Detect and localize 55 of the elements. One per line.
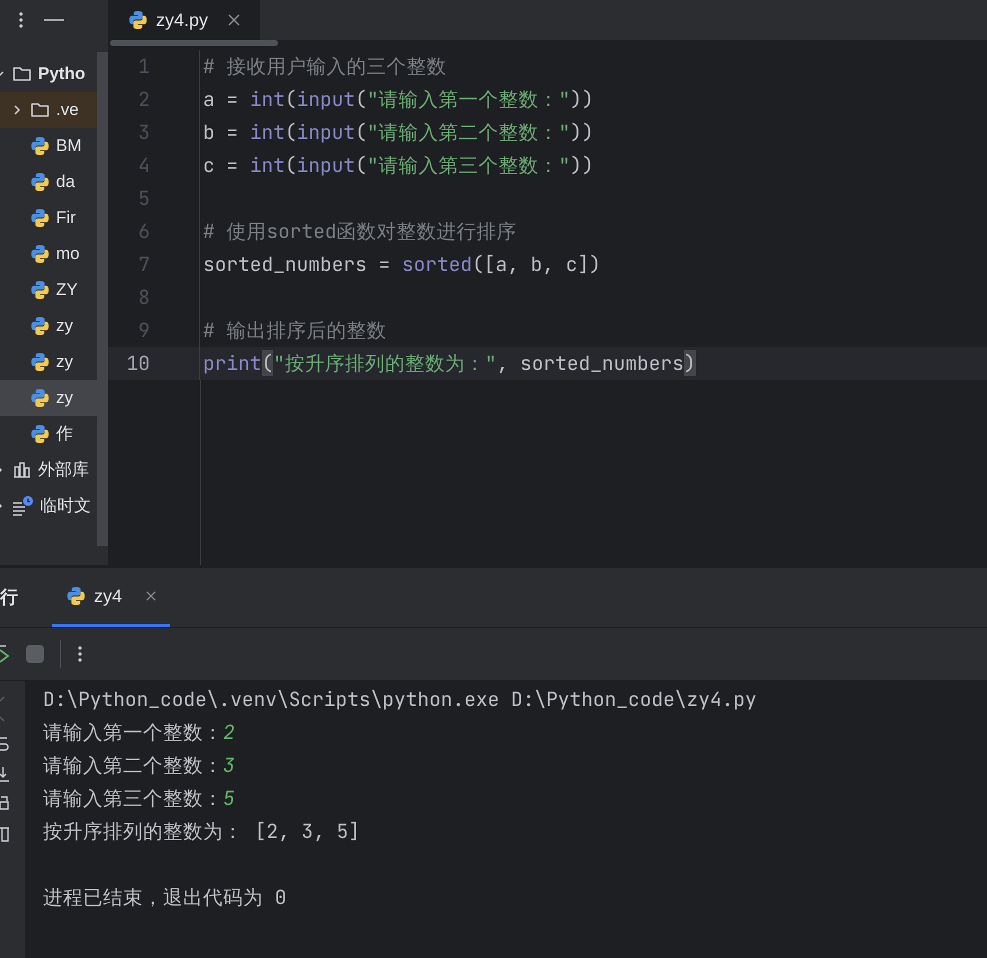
python-icon bbox=[30, 136, 50, 156]
python-icon bbox=[30, 172, 50, 192]
tree-item[interactable]: zy bbox=[0, 308, 97, 344]
scrollbar[interactable] bbox=[97, 52, 108, 546]
code-line: b = int(input("请输入第二个整数：")) bbox=[202, 118, 594, 147]
editor-tab[interactable]: zy4.py bbox=[108, 0, 260, 40]
tree-item[interactable]: ZY bbox=[0, 272, 97, 308]
code-line: print("按升序排列的整数为：", sorted_numbers) bbox=[202, 348, 696, 378]
code-line: a = int(input("请输入第一个整数：")) bbox=[202, 84, 594, 114]
tree-item[interactable]: Pytho bbox=[0, 56, 97, 92]
tree-item[interactable]: zy bbox=[0, 380, 97, 416]
bar-chart-icon bbox=[12, 461, 32, 479]
minimize-icon[interactable] bbox=[44, 18, 64, 22]
folder-icon bbox=[30, 101, 50, 119]
wrap-icon[interactable] bbox=[0, 735, 9, 753]
rerun-icon[interactable] bbox=[0, 643, 10, 665]
code-line: # 使用sorted函数对整数进行排序 bbox=[202, 216, 517, 246]
console-line: D:\Python_code\.venv\Scripts\python.exe D:\Python_code\zy4.py bbox=[43, 684, 757, 714]
close-icon[interactable] bbox=[146, 590, 156, 602]
tree-item[interactable]: 外部库 bbox=[0, 452, 97, 488]
console-line: 进程已结束，退出代码为 0 bbox=[43, 882, 286, 912]
tree-item[interactable]: BM bbox=[0, 128, 97, 164]
console-line: 请输入第三个整数：5 bbox=[43, 784, 235, 813]
tree-item[interactable]: .ve bbox=[0, 92, 97, 128]
console-line: 请输入第二个整数：3 bbox=[43, 750, 235, 780]
list-clock-icon bbox=[12, 496, 34, 516]
python-icon bbox=[30, 316, 50, 336]
folder-icon bbox=[12, 65, 32, 83]
tree-item[interactable]: 作 bbox=[0, 416, 97, 452]
code-line: sorted_numbers = sorted([a, b, c]) bbox=[202, 250, 601, 279]
console-line: 按升序排列的整数为： [2, 3, 5] bbox=[43, 816, 360, 846]
console-line: 请输入第一个整数：2 bbox=[43, 718, 235, 747]
python-icon bbox=[30, 208, 50, 228]
python-icon bbox=[30, 244, 50, 264]
scroll-end-icon[interactable] bbox=[0, 765, 9, 783]
tree-item[interactable]: zy bbox=[0, 344, 97, 380]
line-number: 10 bbox=[126, 348, 150, 378]
python-icon bbox=[30, 352, 50, 372]
tree-item[interactable]: da bbox=[0, 164, 97, 200]
python-icon bbox=[128, 10, 148, 30]
python-icon bbox=[30, 280, 50, 300]
tree-item[interactable]: mo bbox=[0, 236, 97, 272]
horizontal-scrollbar[interactable] bbox=[110, 40, 278, 46]
python-icon bbox=[66, 586, 86, 606]
python-icon bbox=[30, 424, 50, 444]
more-icon[interactable] bbox=[18, 11, 24, 29]
code-line: # 输出排序后的整数 bbox=[202, 316, 386, 345]
more-icon[interactable] bbox=[77, 645, 83, 663]
code-line: c = int(input("请输入第三个整数：")) bbox=[202, 150, 594, 180]
tree-item[interactable]: Fir bbox=[0, 200, 97, 236]
python-icon bbox=[30, 388, 50, 408]
run-tab[interactable]: zy4 bbox=[52, 568, 170, 627]
close-icon[interactable] bbox=[228, 14, 240, 26]
code-line: # 接收用户输入的三个整数 bbox=[202, 52, 446, 81]
tree-item[interactable]: 临时文 bbox=[0, 488, 97, 524]
